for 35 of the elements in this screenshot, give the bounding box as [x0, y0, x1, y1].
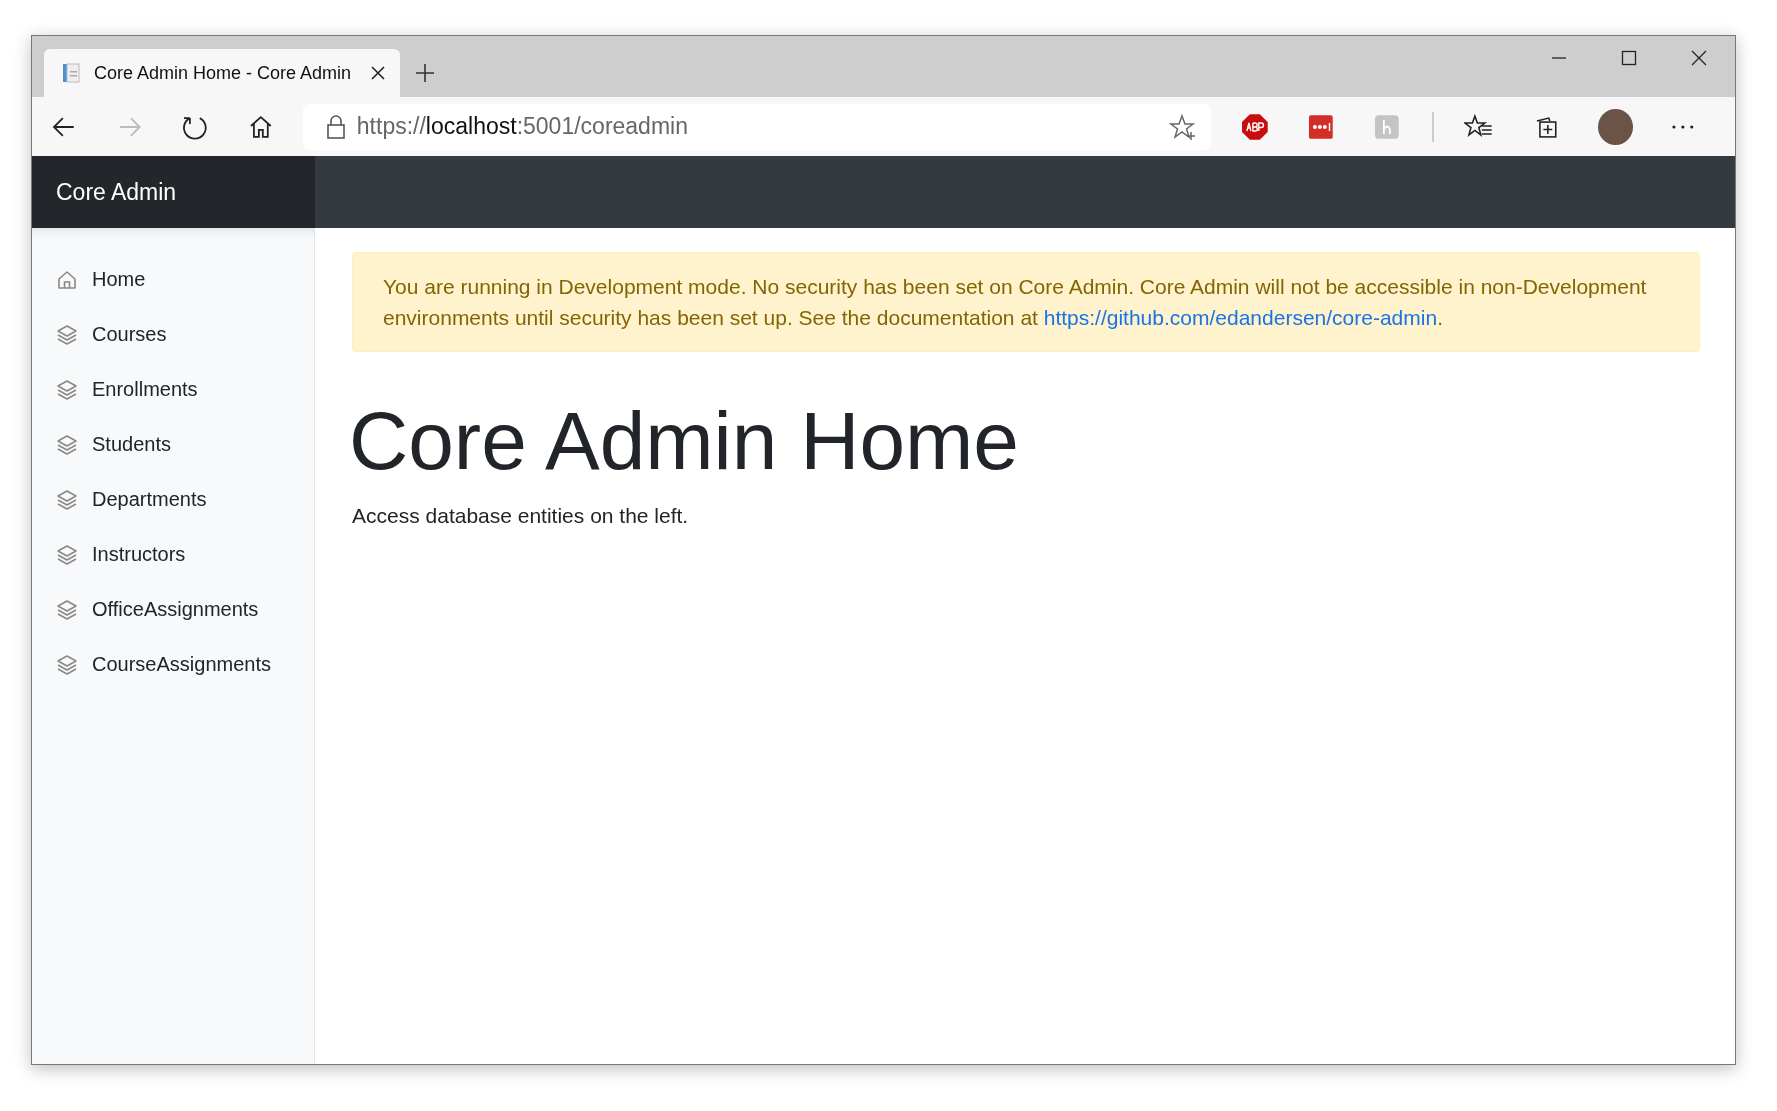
- layers-icon: [56, 543, 78, 566]
- layers-icon: [56, 653, 78, 676]
- tab-title: Core Admin Home - Core Admin: [94, 62, 353, 84]
- sidebar-item[interactable]: Courses: [32, 307, 314, 362]
- sidebar-item[interactable]: Departments: [32, 472, 314, 527]
- add-favorite-icon[interactable]: [1169, 112, 1198, 141]
- sidebar-item[interactable]: Enrollments: [32, 362, 314, 417]
- page-icon: [60, 62, 82, 84]
- layers-icon: [56, 598, 78, 621]
- layers-icon: [56, 323, 78, 346]
- layers-icon: [56, 488, 78, 511]
- alert-message: You are running in Development mode. No security has been set on Core Admin. Core Admin will not be accessible in non-Development environments until security has been set up. See the documentation at https://github.com/edandersen/core-admin.: [352, 252, 1700, 352]
- address-bar[interactable]: https://localhost:5001/coreadmin: [302, 103, 1212, 150]
- documentation-link[interactable]: https://github.com/edandersen/core-admin: [1043, 306, 1438, 329]
- brand-title[interactable]: Core Admin: [56, 178, 177, 206]
- url-text: https://localhost:5001/coreadmin: [356, 113, 688, 140]
- sidebar-item[interactable]: Students: [32, 417, 314, 472]
- new-tab-icon[interactable]: [414, 62, 436, 84]
- page-text: Access database entities on the left.: [352, 504, 690, 529]
- adblock-icon[interactable]: [1241, 112, 1269, 141]
- avatar[interactable]: [1597, 108, 1634, 145]
- sidebar-item[interactable]: CourseAssignments: [32, 637, 314, 692]
- page-title: Core Admin Home: [349, 396, 1020, 487]
- maximize-icon[interactable]: [1620, 49, 1638, 67]
- home-icon: [56, 268, 78, 291]
- close-icon[interactable]: [1690, 49, 1708, 67]
- sidebar-item[interactable]: Instructors: [32, 527, 314, 582]
- sidebar-item[interactable]: OfficeAssignments: [32, 582, 314, 637]
- lock-icon: [324, 113, 347, 140]
- browser-tab[interactable]: Core Admin Home - Core Admin: [44, 49, 400, 97]
- layers-icon: [56, 433, 78, 456]
- close-icon[interactable]: [370, 65, 386, 81]
- password-manager-icon[interactable]: [1306, 112, 1335, 141]
- sidebar-item[interactable]: Home: [32, 252, 314, 307]
- layers-icon: [56, 378, 78, 401]
